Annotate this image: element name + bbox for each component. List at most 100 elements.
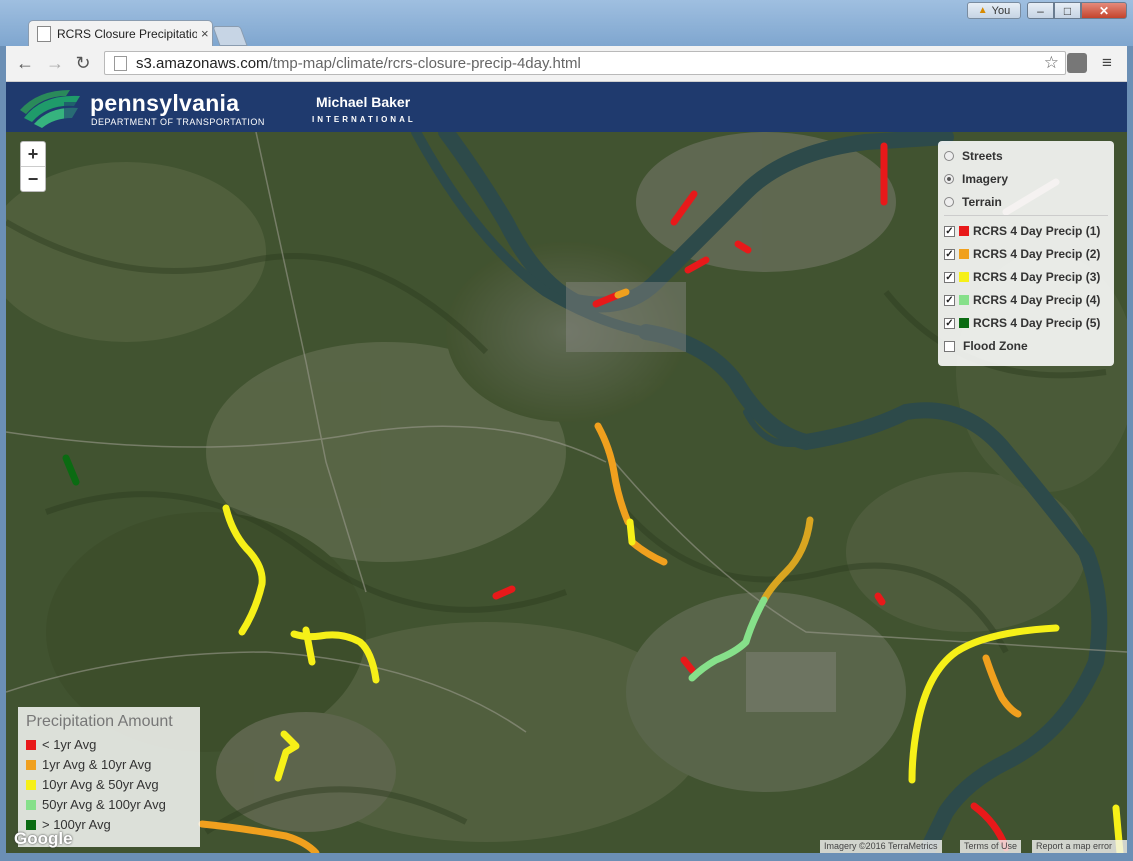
rcrs-segment-yellow (222, 504, 266, 636)
legend-item: 1yr Avg & 10yr Avg (26, 757, 151, 772)
overlay-label: RCRS 4 Day Precip (1) (973, 224, 1101, 238)
overlay-option-precip-3[interactable]: ✓ RCRS 4 Day Precip (3) (944, 267, 1100, 287)
basemap-option-terrain[interactable]: Terrain (944, 192, 1002, 212)
new-tab-button[interactable] (212, 26, 248, 46)
maximize-button[interactable]: □ (1054, 2, 1081, 19)
rcrs-segment-lightgreen (688, 596, 768, 682)
overlay-label: Flood Zone (963, 339, 1028, 353)
legend-label: 1yr Avg & 10yr Avg (42, 757, 152, 772)
overlay-label: RCRS 4 Day Precip (2) (973, 247, 1101, 261)
color-swatch (959, 226, 969, 236)
rcrs-segment-red (492, 585, 516, 600)
checkbox[interactable]: ✓ (944, 271, 955, 283)
bookmark-star-icon[interactable]: ☆ (1044, 53, 1059, 73)
rcrs-segment-orange (628, 538, 668, 566)
brand-name: pennsylvania (90, 90, 240, 116)
page-icon (37, 25, 51, 42)
rcrs-segment-orange (594, 422, 632, 526)
close-icon[interactable]: × (201, 26, 209, 41)
overlay-label: RCRS 4 Day Precip (5) (973, 316, 1101, 330)
map-canvas[interactable]: + − Streets Imagery Terrain ✓ RCRS 4 Day… (6, 132, 1127, 853)
basemap-label: Terrain (962, 195, 1002, 209)
basemap-label: Imagery (962, 172, 1009, 186)
brand-subtitle: DEPARTMENT OF TRANSPORTATION (91, 117, 265, 127)
radio-button[interactable] (944, 197, 954, 207)
overlay-label: RCRS 4 Day Precip (3) (973, 270, 1101, 284)
warning-icon: ▲ (977, 5, 988, 16)
overlay-label: RCRS 4 Day Precip (4) (973, 293, 1101, 307)
legend-label: < 1yr Avg (42, 737, 97, 752)
rcrs-segment-red (684, 256, 710, 274)
close-window-button[interactable]: ✕ (1081, 2, 1127, 19)
legend-item: 50yr Avg & 100yr Avg (26, 797, 166, 812)
rcrs-segment-red (592, 291, 622, 308)
color-swatch (26, 799, 36, 810)
report-map-error-link[interactable]: Report a map error (1032, 840, 1127, 853)
rcrs-segment-red (670, 190, 698, 226)
browser-toolbar: ← → ↻ s3.amazonaws.com/tmp-map/climate/r… (6, 46, 1127, 82)
partner-name: Michael Baker (316, 94, 411, 110)
menu-icon[interactable]: ≡ (1097, 53, 1117, 73)
rcrs-segment-orange (760, 516, 814, 604)
zoom-in-button[interactable]: + (21, 142, 45, 167)
page-icon (114, 55, 127, 71)
color-swatch (959, 318, 969, 328)
radio-button[interactable] (944, 174, 954, 184)
address-bar[interactable]: s3.amazonaws.com/tmp-map/climate/rcrs-cl… (104, 51, 1066, 75)
terms-link[interactable]: Terms of Use (960, 840, 1022, 853)
rcrs-segment-red (874, 592, 886, 606)
forward-arrow-icon[interactable]: → (44, 52, 66, 74)
color-swatch (959, 295, 969, 305)
layer-divider (944, 215, 1108, 216)
reload-icon[interactable]: ↻ (72, 52, 94, 74)
overlay-option-precip-2[interactable]: ✓ RCRS 4 Day Precip (2) (944, 244, 1100, 264)
rcrs-segment-yellow (908, 624, 1060, 784)
rcrs-segment-yellow (626, 518, 636, 546)
zoom-control: + − (20, 141, 46, 192)
google-logo[interactable]: Google (14, 829, 73, 849)
radio-button[interactable] (944, 151, 954, 161)
window-titlebar: RCRS Closure Precipitatio × ▲ You – □ ✕ (0, 0, 1133, 46)
rcrs-segment-orange (982, 654, 1022, 718)
color-swatch (959, 249, 969, 259)
checkbox[interactable]: ✓ (944, 248, 955, 260)
rcrs-segment-red (680, 656, 696, 674)
color-swatch (26, 819, 36, 830)
overlay-option-precip-4[interactable]: ✓ RCRS 4 Day Precip (4) (944, 290, 1100, 310)
overlay-option-flood-zone[interactable]: Flood Zone (944, 336, 1028, 356)
user-profile-button[interactable]: ▲ You (967, 2, 1021, 19)
browser-tab[interactable]: RCRS Closure Precipitatio × (28, 20, 213, 46)
basemap-option-streets[interactable]: Streets (944, 146, 1003, 166)
rcrs-segment-orange (614, 288, 630, 299)
layer-control: Streets Imagery Terrain ✓ RCRS 4 Day Pre… (938, 141, 1114, 366)
basemap-label: Streets (962, 149, 1003, 163)
overlay-option-precip-1[interactable]: ✓ RCRS 4 Day Precip (1) (944, 221, 1100, 241)
checkbox[interactable] (944, 340, 955, 352)
url-host: s3.amazonaws.com (136, 54, 269, 72)
url-path: /tmp-map/climate/rcrs-closure-precip-4da… (268, 54, 581, 72)
color-swatch (26, 739, 36, 750)
basemap-option-imagery[interactable]: Imagery (944, 169, 1008, 189)
legend-label: 50yr Avg & 100yr Avg (42, 797, 166, 812)
overlay-option-precip-5[interactable]: ✓ RCRS 4 Day Precip (5) (944, 313, 1100, 333)
rcrs-segment-darkgreen (62, 454, 80, 486)
rcrs-segment-yellow (274, 730, 300, 782)
user-label: You (991, 4, 1011, 17)
checkbox[interactable]: ✓ (944, 317, 955, 329)
checkbox[interactable]: ✓ (944, 225, 955, 237)
site-header: pennsylvania DEPARTMENT OF TRANSPORTATIO… (6, 82, 1127, 132)
checkbox[interactable]: ✓ (944, 294, 955, 306)
legend-item: 10yr Avg & 50yr Avg (26, 777, 159, 792)
imagery-attribution: Imagery ©2016 TerraMetrics (820, 840, 942, 853)
penndot-keystone-logo (20, 90, 80, 128)
legend-label: 10yr Avg & 50yr Avg (42, 777, 159, 792)
extension-icon[interactable] (1067, 53, 1087, 73)
legend-title: Precipitation Amount (26, 713, 173, 730)
back-arrow-icon[interactable]: ← (14, 52, 36, 74)
zoom-out-button[interactable]: − (21, 167, 45, 191)
color-swatch (26, 779, 36, 790)
color-swatch (26, 759, 36, 770)
rcrs-segment-red (734, 240, 752, 254)
color-swatch (959, 272, 969, 282)
minimize-button[interactable]: – (1027, 2, 1054, 19)
